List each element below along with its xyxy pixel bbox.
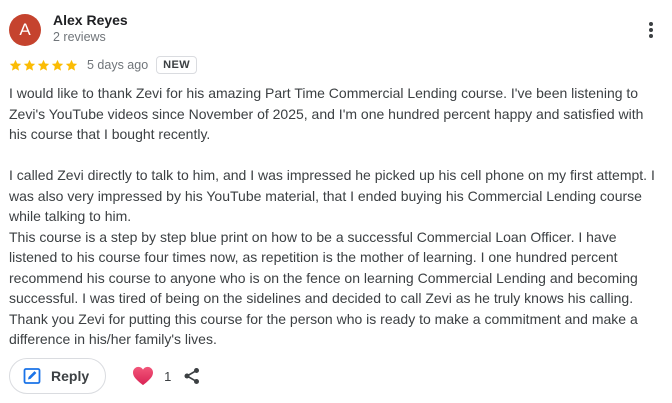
share-button[interactable]: [183, 367, 201, 385]
review-card: A Alex Reyes 2 reviews 5 days ago NEW I …: [0, 0, 672, 403]
reply-button[interactable]: Reply: [9, 358, 107, 394]
review-text: I would like to thank Zevi for his amazi…: [9, 83, 664, 350]
reviewer-review-count: 2 reviews: [53, 30, 106, 44]
review-date: 5 days ago: [87, 58, 149, 72]
reply-label: Reply: [51, 368, 90, 384]
new-badge: NEW: [156, 56, 198, 74]
reaction-button[interactable]: 1: [132, 366, 171, 386]
star-rating: [9, 59, 78, 72]
rating-row: 5 days ago NEW: [9, 54, 198, 76]
reviewer-name[interactable]: Alex Reyes: [53, 12, 128, 28]
star-icon: [9, 59, 22, 71]
heart-icon: [133, 366, 154, 386]
review-paragraph: I would like to thank Zevi for his amazi…: [9, 85, 644, 142]
star-icon: [51, 59, 64, 71]
star-icon: [23, 59, 36, 71]
reply-icon: [23, 368, 41, 384]
star-icon: [65, 59, 78, 71]
reaction-count: 1: [164, 368, 172, 384]
star-icon: [37, 59, 50, 71]
review-paragraph: I called Zevi directly to talk to him, a…: [9, 167, 655, 224]
review-actions: Reply 1: [9, 357, 201, 395]
avatar[interactable]: A: [9, 14, 41, 46]
more-vert-icon: [649, 22, 653, 38]
share-icon: [184, 368, 200, 384]
more-options-button[interactable]: [643, 18, 659, 42]
review-paragraph: This course is a step by step blue print…: [9, 228, 638, 348]
